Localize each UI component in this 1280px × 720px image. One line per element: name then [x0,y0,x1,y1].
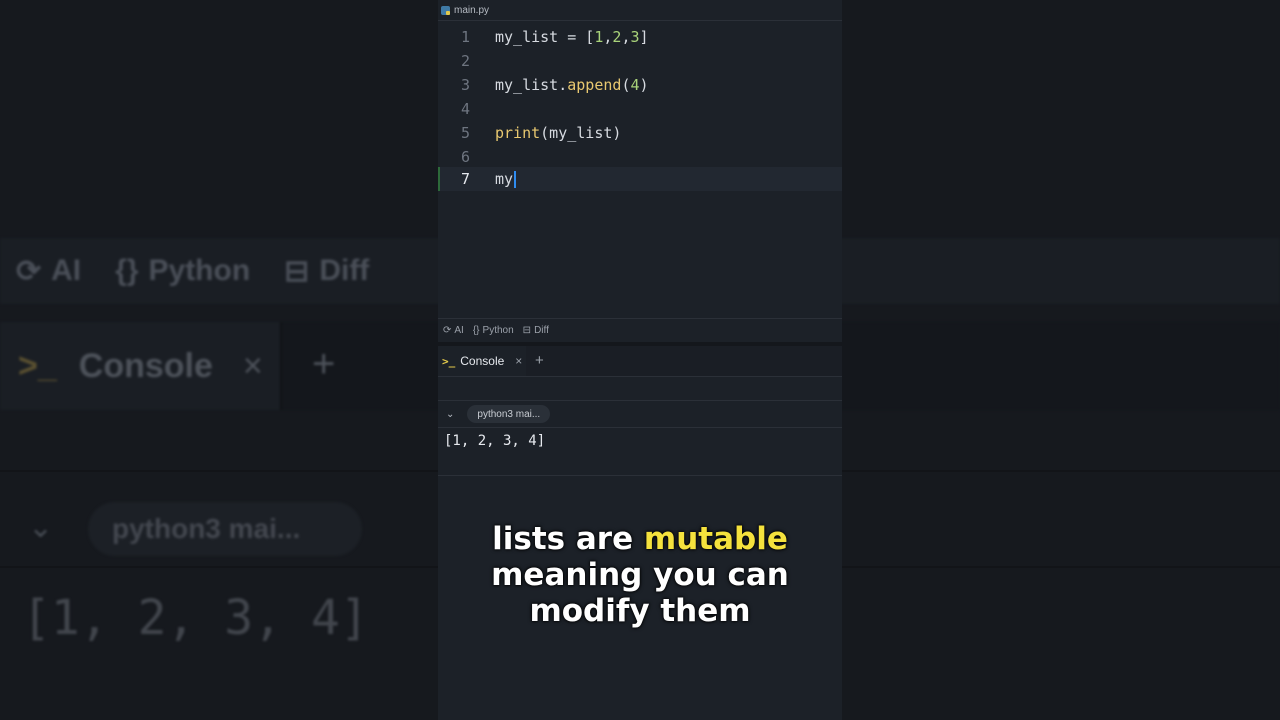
add-tab-icon[interactable]: + [535,352,544,369]
code-line[interactable]: 6 [438,145,842,169]
terminal-icon: >_ [18,346,57,385]
line-number: 4 [460,100,470,118]
file-tab-main[interactable]: main.py [441,2,489,18]
line-number: 3 [460,76,470,94]
diff-icon: ⊟ [522,325,532,336]
file-tab-label: main.py [454,4,490,16]
bg-console-tab: >_ Console × [0,322,282,410]
code-text: my_list.append(4) [495,76,649,94]
bg-diff-item: ⊟ Diff [284,254,370,288]
line-number: 7 [460,170,470,188]
ai-icon: ⟳ [16,254,42,288]
code-line[interactable]: 5 print(my_list) [438,121,842,145]
line-number: 5 [460,124,470,142]
run-command-chip[interactable]: python3 mai... [467,405,551,423]
caption-highlight: mutable [643,521,788,557]
terminal-icon: >_ [442,354,456,368]
console-tab-label: Console [460,354,505,368]
code-text: my [495,170,517,188]
run-entry[interactable]: ⌄ python3 mai... [438,400,842,428]
code-text: my_list = [1,2,3] [495,28,649,46]
python-file-icon [441,5,450,15]
bg-ai-item: ⟳ AI [16,254,82,288]
modified-gutter-marker [438,167,440,191]
close-icon: × [242,346,263,385]
bg-output: [1, 2, 3, 4] [22,590,369,646]
console-output: [1, 2, 3, 4] [444,433,546,449]
line-number: 6 [460,148,470,166]
code-line[interactable]: 4 [438,97,842,121]
bg-run-chip: python3 mai... [88,502,362,556]
code-text: print(my_list) [495,124,622,142]
bg-python-item: {} Python [115,254,251,287]
caption-line-2: meaning you can [491,557,789,593]
code-editor[interactable]: 1 my_list = [1,2,3] 2 3 my_list.append(4… [438,21,842,317]
text-caret [514,171,517,188]
language-indicator[interactable]: {} Python [473,325,514,336]
file-tab-bar: main.py [438,0,842,21]
diff-icon: ⊟ [284,254,310,288]
output-divider [438,475,842,476]
plus-icon: + [312,342,336,386]
tab-console[interactable]: >_ Console × [438,346,526,376]
video-caption: lists are mutable meaning you can modify… [438,521,842,629]
ai-icon: ⟳ [443,325,452,336]
editor-status-bar: ⟳ AI {} Python ⊟ Diff [438,318,842,342]
braces-icon: {} [115,254,139,287]
line-number: 1 [460,28,470,46]
code-line[interactable]: 3 my_list.append(4) [438,73,842,97]
console-tab-bar: >_ Console × + [438,346,842,377]
caption-line-3: modify them [529,593,751,629]
diff-button[interactable]: ⊟ Diff [523,325,549,336]
code-line-active[interactable]: 7 my [438,167,842,191]
braces-icon: {} [472,325,480,336]
line-number: 2 [460,52,470,70]
ai-button[interactable]: ⟳ AI [443,325,464,336]
close-icon[interactable]: × [515,354,522,368]
chevron-down-icon: ⌄ [28,511,54,544]
code-line[interactable]: 1 my_list = [1,2,3] [438,25,842,49]
chevron-down-icon[interactable]: ⌄ [446,409,454,420]
code-line[interactable]: 2 [438,49,842,73]
caption-line-1: lists are mutable [492,521,788,557]
